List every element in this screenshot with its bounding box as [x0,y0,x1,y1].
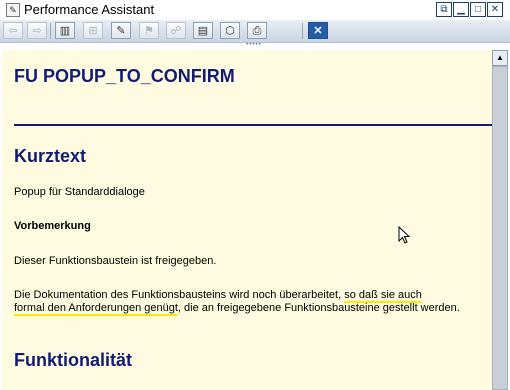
note-part-3: , die an freigegebene Funktionsbausteine… [177,302,460,314]
scroll-up-icon[interactable]: ▲ [492,50,508,66]
section-heading-funktionalitaet: Funktionalität [14,350,132,370]
toolbar: ⇦ ⇨ ▥ ⊞ ✎ ⚑ ☍ ▤ ⬡ ⎙ ✕ [0,20,510,43]
note-highlight-1: so daß sie auch [344,289,422,303]
page-title: FU POPUP_TO_CONFIRM [14,66,235,86]
kurztext-text: Popup für Standarddialoge [14,186,145,198]
note-highlight-2: formal den Anforderungen genügt [14,302,178,316]
maximize-icon[interactable]: □ [470,2,486,17]
toolbar-separator [302,23,303,39]
vertical-scrollbar[interactable]: ▲ [492,50,508,390]
vorbemerkung-label: Vorbemerkung [14,220,91,232]
hierarchy-icon[interactable]: ⊞ [83,22,103,39]
forward-arrow-icon[interactable]: ⇨ [27,22,47,39]
minimize-icon[interactable]: ▁ [453,2,469,17]
section-heading-kurztext: Kurztext [14,146,87,166]
title-bar: ✎ Performance Assistant ⧉ ▁ □ ✕ [0,0,510,20]
list-icon[interactable]: ▤ [193,22,213,39]
documentation-note: Die Dokumentation des Funktionsbausteins… [14,289,482,316]
network-icon[interactable]: ☍ [166,22,186,39]
bookmark-icon[interactable]: ⚑ [139,22,159,39]
scrollbar-thumb[interactable] [492,66,508,390]
edit-note-icon[interactable]: ✎ [111,22,131,39]
restore-icon[interactable]: ⧉ [436,2,452,17]
book-icon[interactable]: ▥ [55,22,75,39]
window-title: Performance Assistant [24,2,155,17]
toolbar-separator [50,23,51,39]
close-icon[interactable]: ✕ [487,2,503,17]
vorbemerkung-text: Dieser Funktionsbaustein ist freigegeben… [14,255,217,267]
heading-divider [14,124,492,126]
help-content: FU POPUP_TO_CONFIRM Kurztext Popup für S… [2,50,492,390]
back-arrow-icon[interactable]: ⇦ [3,22,23,39]
tag-icon[interactable]: ⬡ [220,22,240,39]
print-icon[interactable]: ⎙ [247,22,267,39]
close-window-icon[interactable]: ✕ [308,22,328,39]
resize-grip[interactable]: ••••• [244,42,264,48]
app-icon: ✎ [6,3,20,17]
note-part-1: Die Dokumentation des Funktionsbausteins… [14,289,345,301]
mouse-cursor-icon [398,226,410,244]
